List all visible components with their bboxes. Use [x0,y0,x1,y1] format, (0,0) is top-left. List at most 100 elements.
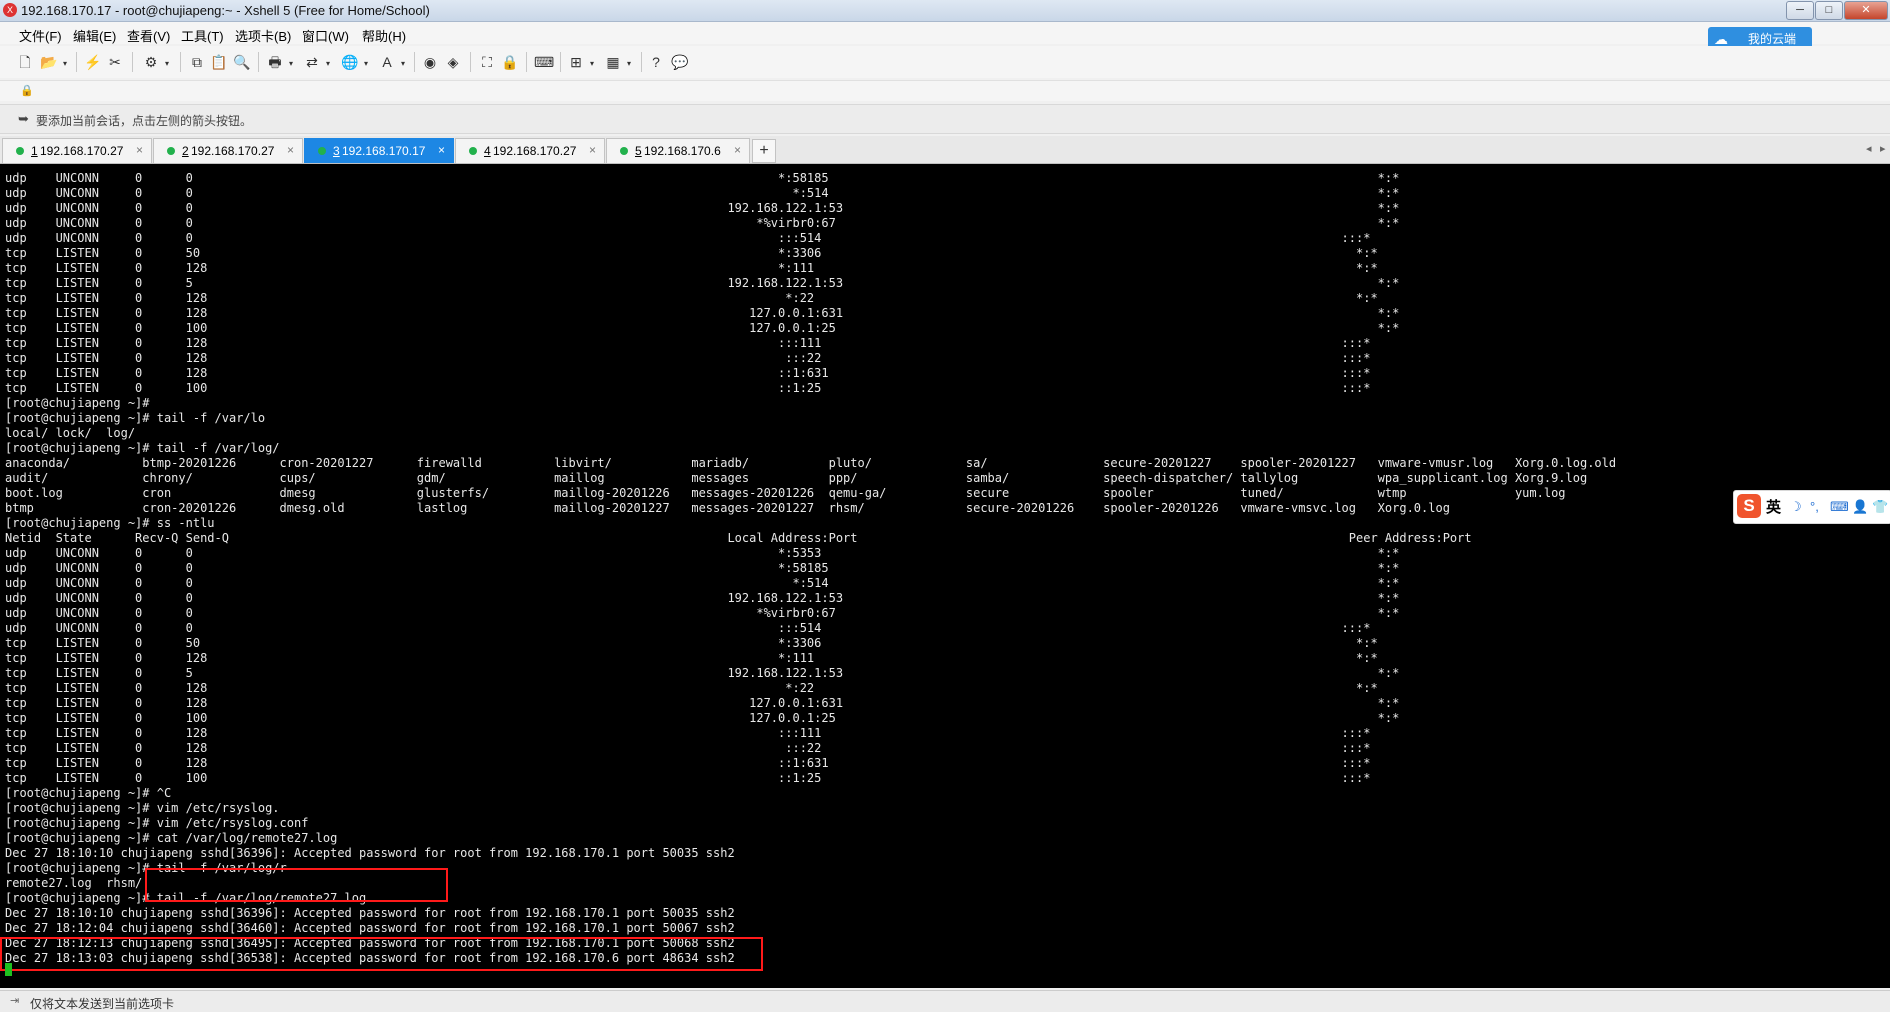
terminal-line: Dec 27 18:10:10 chujiapeng sshd[36396]: … [5,906,735,920]
tab-session-4[interactable]: 4 192.168.170.27 × [455,138,605,163]
add-session-arrow-icon[interactable]: ➥ [18,111,29,127]
font-icon[interactable]: A [378,53,396,71]
find-icon[interactable]: 🔍 [233,53,251,71]
print-dropdown-icon[interactable]: ▾ [287,55,295,73]
terminal-line: Dec 27 18:10:10 chujiapeng sshd[36396]: … [5,846,735,860]
toolbar-separator [560,52,561,72]
terminal-line: udp UNCONN 0 0 *:58185 *:* [5,561,1400,575]
terminal-line: udp UNCONN 0 0 192.168.122.1:53 *:* [5,591,1400,605]
transfer-dropdown-icon[interactable]: ▾ [324,55,332,73]
globe-icon[interactable]: 🌐 [341,53,359,71]
new-tab-icon[interactable]: ⊞ [567,53,585,71]
paste-icon[interactable]: 📋 [210,53,228,71]
terminal-area[interactable]: udp UNCONN 0 0 *:58185 *:* udp UNCONN 0 … [0,164,1890,988]
tab-host: 192.168.170.27 [40,144,124,158]
tab-scroll-right-icon[interactable]: ▸ [1880,142,1886,155]
terminal-line: tcp LISTEN 0 50 *:3306 *:* [5,246,1378,260]
properties-dropdown-icon[interactable]: ▾ [163,55,171,73]
maximize-button[interactable]: □ [1815,1,1843,20]
print-icon[interactable]: 🖶 [266,53,284,71]
copy-icon[interactable]: ⧉ [188,53,206,71]
add-tab-button[interactable]: + [752,139,776,163]
tab-close-icon[interactable]: × [438,143,445,157]
xagent-icon[interactable]: ◈ [444,53,462,71]
shirt-icon[interactable]: 👕 [1872,499,1888,515]
connected-status-icon [469,147,477,155]
tab-session-1[interactable]: 1 192.168.170.27 × [2,138,152,163]
menu-tools[interactable]: 工具(T) [181,26,224,45]
properties-icon[interactable]: ⚙ [142,53,160,71]
layout-dropdown-icon[interactable]: ▾ [625,55,633,73]
terminal-line: anaconda/ btmp-20201226 cron-20201227 fi… [5,456,1617,470]
highlight-box-log-entries [0,937,763,971]
chat-icon[interactable]: 💬 [671,53,689,71]
menu-edit[interactable]: 编辑(E) [73,26,116,45]
tab-number: 3 [333,144,340,158]
menu-file[interactable]: 文件(F) [19,26,62,45]
tab-close-icon[interactable]: × [734,143,741,157]
terminal-line: Netid State Recv-Q Send-Q Local Address:… [5,531,1472,545]
tab-session-3[interactable]: 3 192.168.170.17 × [304,138,454,163]
moon-icon[interactable]: ☽ [1790,499,1802,515]
layout-icon[interactable]: ▦ [604,53,622,71]
session-hint-bar: ➥ 要添加当前会话，点击左侧的箭头按钮。 [0,104,1890,134]
reconnect-icon[interactable]: ⚡ [84,53,102,71]
keyboard-icon[interactable]: ⌨ [534,53,554,71]
connected-status-icon [620,147,628,155]
menu-tabs[interactable]: 选项卡(B) [235,26,291,45]
help-icon[interactable]: ? [647,53,665,71]
tab-number: 4 [484,144,491,158]
keyboard-icon[interactable]: ⌨ [1830,499,1849,515]
menu-window[interactable]: 窗口(W) [302,26,349,45]
xftp-icon[interactable]: ◉ [421,53,439,71]
terminal-cursor [5,963,12,976]
ime-toolbar[interactable]: S 英 ☽ °, ⌨ 👤 👕 [1733,490,1890,524]
terminal-line: tcp LISTEN 0 128 :::111 :::* [5,336,1371,350]
small-lock-icon[interactable]: 🔒 [20,84,34,97]
terminal-line: tcp LISTEN 0 50 *:3306 *:* [5,636,1378,650]
tab-close-icon[interactable]: × [287,143,294,157]
terminal-line: tcp LISTEN 0 128 *:22 *:* [5,291,1378,305]
send-text-icon[interactable]: ⇥ [10,994,19,1007]
terminal-line: [root@chujiapeng ~]# ^C [5,786,172,800]
highlight-box-command [145,868,448,902]
terminal-line: tcp LISTEN 0 5 192.168.122.1:53 *:* [5,276,1400,290]
terminal-line: audit/ chrony/ cups/ gdm/ maillog messag… [5,471,1588,485]
transfer-icon[interactable]: ⇄ [303,53,321,71]
terminal-line: [root@chujiapeng ~]# vim /etc/rsyslog.co… [5,816,309,830]
toolbar-separator [180,52,181,72]
tab-close-icon[interactable]: × [589,143,596,157]
minimize-button[interactable]: ─ [1786,1,1814,20]
tab-close-icon[interactable]: × [136,143,143,157]
terminal-line: [root@chujiapeng ~]# tail -f /var/log/ [5,441,280,455]
lock-icon[interactable]: 🔒 [501,53,519,71]
open-folder-icon[interactable]: 📂 [40,53,58,71]
tab-session-5[interactable]: 5 192.168.170.6 × [606,138,750,163]
open-dropdown-icon[interactable]: ▾ [61,55,69,73]
globe-dropdown-icon[interactable]: ▾ [362,55,370,73]
xshell-app-icon[interactable]: X [3,3,17,17]
close-button[interactable]: ✕ [1844,1,1888,20]
terminal-line: tcp LISTEN 0 128 :::111 :::* [5,726,1371,740]
new-tab-dropdown-icon[interactable]: ▾ [588,55,596,73]
ime-language-toggle[interactable]: 英 [1766,496,1781,517]
toolbar-separator [470,52,471,72]
menu-view[interactable]: 查看(V) [127,26,170,45]
terminal-line: tcp LISTEN 0 128 127.0.0.1:631 *:* [5,306,1400,320]
new-session-icon[interactable]: 🗋 [16,53,34,71]
font-dropdown-icon[interactable]: ▾ [399,55,407,73]
tab-number: 1 [31,144,38,158]
user-icon[interactable]: 👤 [1852,499,1868,515]
tab-session-2[interactable]: 2 192.168.170.27 × [153,138,303,163]
terminal-line: udp UNCONN 0 0 *%virbr0:67 *:* [5,216,1400,230]
menu-help[interactable]: 帮助(H) [362,26,406,45]
terminal-line: tcp LISTEN 0 128 ::1:631 :::* [5,366,1371,380]
fullscreen-icon[interactable]: ⛶ [478,53,496,71]
terminal-line: udp UNCONN 0 0 *:58185 *:* [5,171,1400,185]
punctuation-icon[interactable]: °, [1810,499,1819,514]
terminal-line: [root@chujiapeng ~]# vim /etc/rsyslog. [5,801,280,815]
disconnect-icon[interactable]: ✂ [106,53,124,71]
title-bar: X 192.168.170.17 - root@chujiapeng:~ - X… [0,0,1890,22]
tab-scroll-left-icon[interactable]: ◂ [1866,142,1872,155]
toolbar-separator [132,52,133,72]
